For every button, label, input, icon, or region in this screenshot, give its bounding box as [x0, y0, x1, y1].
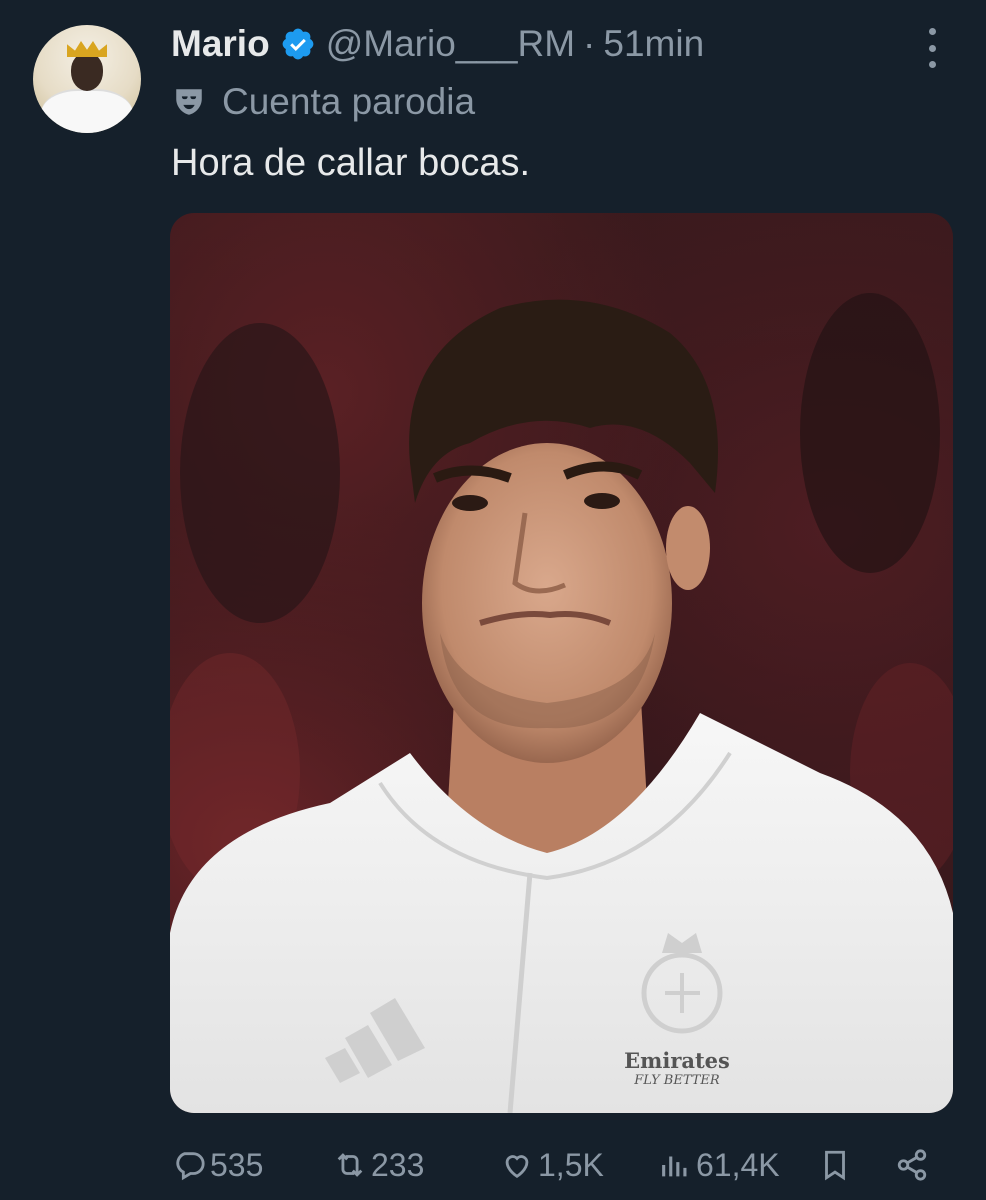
tweet-text: Hora de callar bocas. [171, 142, 531, 184]
jersey-brand: Emirates [624, 1048, 730, 1073]
verified-badge-icon [282, 28, 314, 60]
avatar[interactable] [33, 25, 141, 133]
parody-mask-icon [176, 89, 202, 115]
timestamp[interactable]: 51min [603, 23, 704, 65]
reply-icon [176, 1152, 205, 1181]
heart-icon [505, 1155, 529, 1179]
parody-label-text: Cuenta parodia [222, 81, 476, 122]
retweet-button[interactable]: 233 [333, 1140, 424, 1190]
views-chart-icon [662, 1156, 687, 1177]
retweet-count: 233 [371, 1146, 425, 1183]
share-button[interactable] [895, 1140, 933, 1190]
author-handle[interactable]: @Mario___RM [326, 23, 575, 65]
jersey-sponsor: Emirates FLY BETTER [622, 1048, 732, 1088]
views-button[interactable]: 61,4K [658, 1140, 780, 1190]
more-vertical-icon[interactable] [925, 28, 939, 68]
tweet-header: Mario @Mario___RM · 51min [171, 22, 704, 66]
crown-icon [67, 41, 107, 57]
author-name[interactable]: Mario [171, 23, 270, 65]
reply-button[interactable]: 535 [172, 1140, 263, 1190]
separator-dot: · [583, 23, 596, 64]
bookmark-icon [825, 1150, 845, 1181]
player-photo [170, 293, 953, 1113]
reply-count: 535 [210, 1146, 264, 1183]
bookmark-button[interactable] [818, 1140, 856, 1190]
parody-label: Cuenta parodia [172, 80, 475, 124]
share-icon [897, 1149, 927, 1181]
views-count: 61,4K [696, 1146, 780, 1183]
retweet-icon [337, 1153, 363, 1177]
avatar-face [71, 53, 103, 91]
avatar-shirt [41, 89, 133, 133]
tweet-media-image[interactable]: Emirates FLY BETTER [170, 213, 953, 1113]
jersey-slogan: FLY BETTER [634, 1073, 720, 1088]
tweet-actions: 535 233 1,5K 61,4K [0, 1140, 986, 1190]
tweet: Mario @Mario___RM · 51min Cuenta parodia… [0, 0, 986, 1200]
like-button[interactable]: 1,5K [500, 1140, 604, 1190]
like-count: 1,5K [538, 1146, 604, 1183]
